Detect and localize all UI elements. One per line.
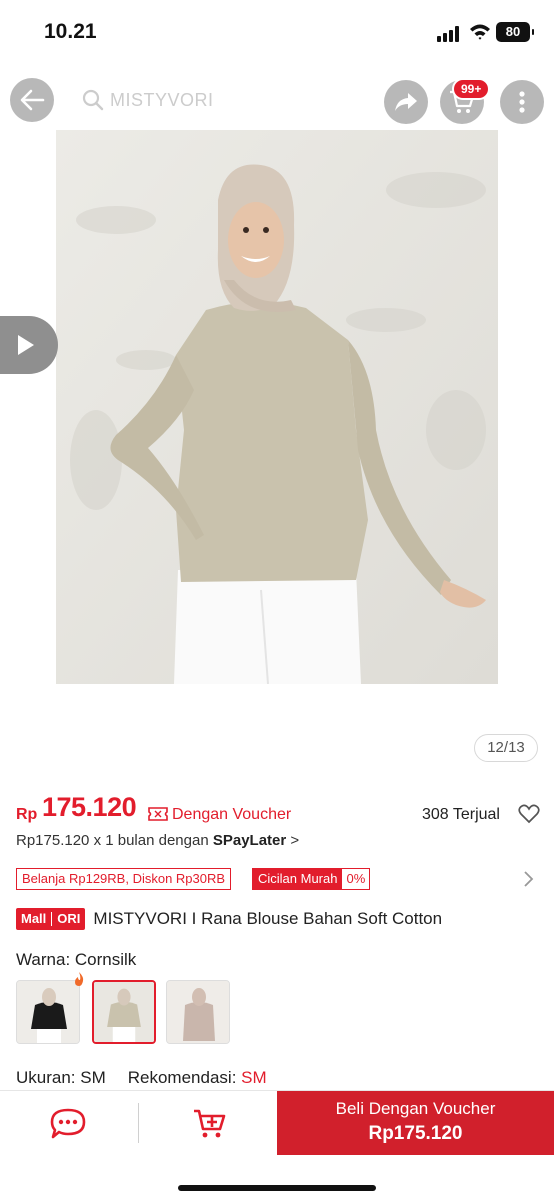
image-counter: 12/13 [474,734,538,762]
variant-image [94,982,154,1042]
video-play-button[interactable] [0,316,58,374]
size-row[interactable]: Ukuran: SM Rekomendasi: SM [16,1068,267,1088]
buy-button-price: Rp175.120 [368,1123,463,1144]
recommendation-label: Rekomendasi: [127,1068,242,1087]
color-variant-list [16,972,246,1046]
buy-with-voucher-button[interactable]: Beli Dengan Voucher Rp175.120 [277,1091,554,1155]
battery-icon: 80 [496,22,534,42]
variant-thumb-taupe[interactable] [166,980,230,1044]
voucher-icon [148,807,168,821]
divider [138,1103,139,1143]
wifi-icon [470,24,490,40]
selected-color: Cornsilk [74,950,137,969]
share-button[interactable] [384,80,428,124]
more-options-button[interactable] [500,80,544,124]
ori-badge-text: ORI [57,911,81,926]
top-header: MISTYVORI 99+ [0,72,554,132]
variant-image [167,981,229,1043]
discount-tag: Belanja Rp129RB, Diskon Rp30RB [16,868,232,890]
promo-tags[interactable]: Belanja Rp129RB, Diskon Rp30RB Cicilan M… [16,868,540,890]
size-label: Ukuran: [16,1068,81,1087]
more-vertical-icon [519,91,525,113]
color-label-text: Warna: [16,950,75,969]
search-placeholder: MISTYVORI [110,89,214,110]
installment-tag: Cicilan Murah 0% [252,868,371,890]
paylater-arrow: > [290,832,300,849]
sold-count: 308 Terjual [422,806,500,823]
chat-icon[interactable] [48,1107,88,1141]
share-icon [395,93,417,111]
search-bar[interactable]: MISTYVORI [74,78,372,122]
cellular-signal-icon [437,26,463,42]
variant-image [17,981,79,1043]
product-title-row: Mall ORI MISTYVORI I Rana Blouse Bahan S… [16,906,442,932]
color-label: Warna: Cornsilk [16,950,136,970]
price-currency: Rp [16,806,38,823]
cart-count-badge: 99+ [452,78,491,100]
variant-thumb-cornsilk[interactable] [92,980,156,1044]
mall-ori-badge: Mall ORI [16,908,86,930]
fire-icon [75,972,84,986]
product-image[interactable] [56,130,498,684]
voucher-label: Dengan Voucher [172,806,292,823]
add-to-cart-icon[interactable] [192,1107,228,1141]
recommendation-value: SM [241,1068,267,1087]
search-icon [82,89,104,111]
price-amount: 175.120 [42,792,137,822]
paylater-text: Rp175.120 x 1 bulan dengan [16,832,213,849]
paylater-link[interactable]: Rp175.120 x 1 bulan dengan SPayLater > [16,832,299,849]
product-photo [56,130,498,684]
heart-icon[interactable] [518,804,540,824]
price-row: Rp 175.120 Dengan Voucher 308 Terjual [16,792,540,832]
bottom-action-bar: Beli Dengan Voucher Rp175.120 [0,1090,554,1200]
product-title: MISTYVORI I Rana Blouse Bahan Soft Cotto… [93,909,443,928]
size-value: SM [80,1068,106,1087]
play-icon [18,335,34,355]
variant-thumb-black[interactable] [16,980,80,1044]
mall-badge-text: Mall [21,911,47,926]
home-indicator [178,1185,376,1191]
installment-label: Cicilan Murah [253,869,343,889]
status-bar: 10.21 80 [0,0,554,64]
chevron-right-icon[interactable] [522,870,534,888]
installment-rate: 0% [346,871,366,886]
paylater-brand: SPayLater [212,832,287,849]
back-button[interactable] [10,78,54,122]
back-arrow-icon [20,89,45,111]
buy-button-label: Beli Dengan Voucher [335,1099,496,1118]
status-time: 10.21 [44,20,97,43]
